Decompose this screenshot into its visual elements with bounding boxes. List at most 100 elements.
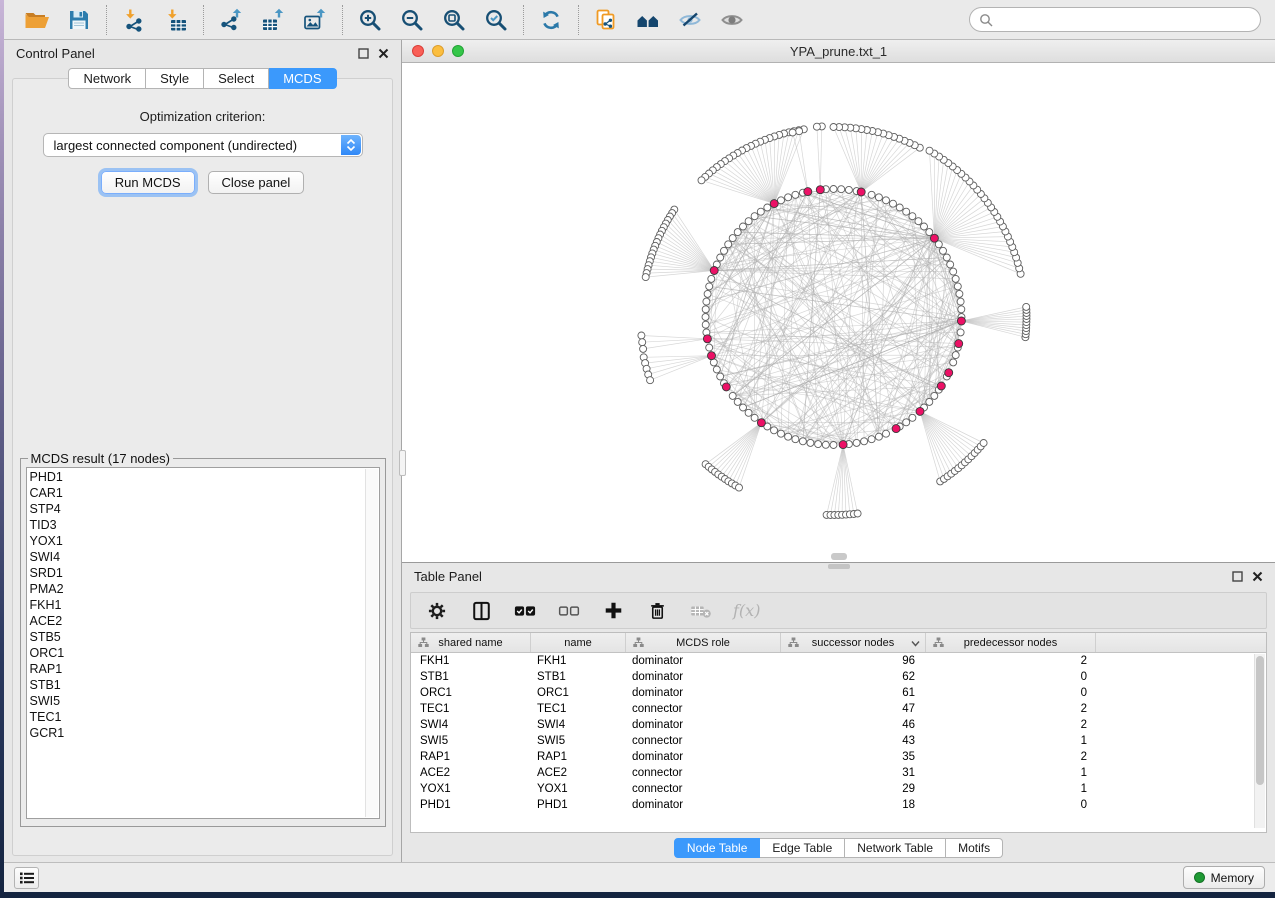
search-input[interactable] bbox=[999, 11, 1251, 28]
zoom-selected-button[interactable] bbox=[481, 5, 511, 35]
graph-node[interactable] bbox=[708, 275, 715, 282]
table-row[interactable]: STB1 STB1 dominator 62 0 bbox=[411, 669, 1266, 685]
graph-node[interactable] bbox=[926, 398, 933, 405]
graph-node[interactable] bbox=[702, 314, 709, 321]
graph-node[interactable] bbox=[883, 197, 890, 204]
mcds-result-item[interactable]: RAP1 bbox=[30, 661, 376, 677]
show-columns-button[interactable] bbox=[469, 599, 493, 623]
graph-node[interactable] bbox=[751, 414, 758, 421]
graph-node[interactable] bbox=[807, 439, 814, 446]
table-row[interactable]: RAP1 RAP1 dominator 35 2 bbox=[411, 749, 1266, 765]
apply-layout-button[interactable] bbox=[536, 5, 566, 35]
graph-node[interactable] bbox=[947, 261, 954, 268]
graph-node[interactable] bbox=[734, 229, 741, 236]
deselect-all-button[interactable] bbox=[557, 599, 581, 623]
table-row[interactable]: YOX1 YOX1 connector 29 1 bbox=[411, 781, 1266, 797]
column-header[interactable]: MCDS role bbox=[626, 633, 781, 652]
float-panel-icon[interactable] bbox=[358, 48, 369, 59]
function-builder-button[interactable]: f(x) bbox=[733, 601, 760, 620]
graph-node[interactable] bbox=[721, 247, 728, 254]
open-file-button[interactable] bbox=[22, 5, 52, 35]
table-row[interactable]: SWI5 SWI5 connector 43 1 bbox=[411, 733, 1266, 749]
graph-node[interactable] bbox=[952, 352, 959, 359]
graph-hub-node[interactable] bbox=[857, 188, 865, 196]
table-panel-splitter-handle[interactable] bbox=[828, 564, 850, 569]
graph-node[interactable] bbox=[943, 254, 950, 261]
hide-selected-button[interactable] bbox=[675, 5, 705, 35]
graph-node[interactable] bbox=[764, 204, 771, 211]
column-header[interactable]: predecessor nodes bbox=[926, 633, 1096, 652]
graph-node[interactable] bbox=[702, 321, 709, 328]
graph-node[interactable] bbox=[950, 359, 957, 366]
table-row[interactable]: TEC1 TEC1 connector 47 2 bbox=[411, 701, 1266, 717]
graph-node[interactable] bbox=[698, 177, 705, 184]
graph-node[interactable] bbox=[926, 229, 933, 236]
close-window-button[interactable] bbox=[412, 45, 424, 57]
graph-node[interactable] bbox=[830, 442, 837, 449]
graph-node[interactable] bbox=[921, 223, 928, 230]
graph-hub-node[interactable] bbox=[916, 407, 924, 415]
graph-hub-node[interactable] bbox=[955, 340, 963, 348]
graph-node[interactable] bbox=[751, 213, 758, 220]
export-network-button[interactable] bbox=[216, 5, 246, 35]
optimization-criterion-select[interactable]: largest connected component (undirected) bbox=[43, 133, 363, 157]
close-panel-icon[interactable] bbox=[378, 48, 389, 59]
graph-node[interactable] bbox=[958, 306, 965, 313]
graph-node[interactable] bbox=[1023, 303, 1030, 310]
table-vscrollbar-thumb[interactable] bbox=[1256, 656, 1264, 785]
graph-hub-node[interactable] bbox=[839, 441, 847, 449]
control-panel-tab[interactable]: MCDS bbox=[269, 68, 336, 89]
run-mcds-button[interactable]: Run MCDS bbox=[101, 171, 195, 194]
graph-node[interactable] bbox=[950, 268, 957, 275]
graph-node[interactable] bbox=[875, 433, 882, 440]
graph-node[interactable] bbox=[702, 306, 709, 313]
table-row[interactable]: ACE2 ACE2 connector 31 1 bbox=[411, 765, 1266, 781]
graph-hub-node[interactable] bbox=[710, 267, 718, 275]
graph-node[interactable] bbox=[647, 377, 654, 384]
mcds-result-item[interactable]: STB5 bbox=[30, 629, 376, 645]
graph-node[interactable] bbox=[822, 441, 829, 448]
memory-button[interactable]: Memory bbox=[1183, 866, 1265, 889]
graph-node[interactable] bbox=[729, 392, 736, 399]
mcds-result-item[interactable]: TID3 bbox=[30, 517, 376, 533]
table-row[interactable]: PHD1 PHD1 dominator 18 0 bbox=[411, 797, 1266, 813]
graph-node[interactable] bbox=[909, 213, 916, 220]
graph-node[interactable] bbox=[883, 430, 890, 437]
graph-node[interactable] bbox=[954, 283, 961, 290]
mcds-result-item[interactable]: PMA2 bbox=[30, 581, 376, 597]
graph-hub-node[interactable] bbox=[722, 383, 730, 391]
graph-node[interactable] bbox=[854, 510, 861, 517]
graph-node[interactable] bbox=[896, 204, 903, 211]
zoom-window-button[interactable] bbox=[452, 45, 464, 57]
export-table-button[interactable] bbox=[258, 5, 288, 35]
graph-hub-node[interactable] bbox=[892, 425, 900, 433]
mcds-result-item[interactable]: STP4 bbox=[30, 501, 376, 517]
network-canvas[interactable] bbox=[402, 63, 1275, 562]
graph-node[interactable] bbox=[813, 123, 820, 130]
mcds-result-item[interactable]: PHD1 bbox=[30, 469, 376, 485]
graph-hub-node[interactable] bbox=[708, 352, 716, 360]
zoom-fit-button[interactable] bbox=[439, 5, 469, 35]
graph-node[interactable] bbox=[704, 290, 711, 297]
mcds-result-item[interactable]: CAR1 bbox=[30, 485, 376, 501]
graph-node[interactable] bbox=[745, 409, 752, 416]
graph-hub-node[interactable] bbox=[930, 234, 938, 242]
float-panel-icon[interactable] bbox=[1232, 571, 1243, 582]
graph-node[interactable] bbox=[980, 440, 987, 447]
graph-node[interactable] bbox=[789, 129, 796, 136]
graph-node[interactable] bbox=[757, 208, 764, 215]
minimize-window-button[interactable] bbox=[432, 45, 444, 57]
graph-node[interactable] bbox=[740, 223, 747, 230]
graph-node[interactable] bbox=[957, 329, 964, 336]
control-panel-tab[interactable]: Network bbox=[68, 68, 146, 89]
graph-node[interactable] bbox=[815, 441, 822, 448]
graph-node[interactable] bbox=[796, 128, 803, 135]
delete-table-button[interactable] bbox=[689, 599, 713, 623]
mcds-result-item[interactable]: SWI5 bbox=[30, 693, 376, 709]
graph-node[interactable] bbox=[745, 218, 752, 225]
graph-node[interactable] bbox=[940, 247, 947, 254]
task-history-button[interactable] bbox=[14, 867, 39, 889]
table-tab[interactable]: Edge Table bbox=[760, 838, 845, 858]
graph-node[interactable] bbox=[957, 298, 964, 305]
column-header[interactable]: name bbox=[531, 633, 626, 652]
